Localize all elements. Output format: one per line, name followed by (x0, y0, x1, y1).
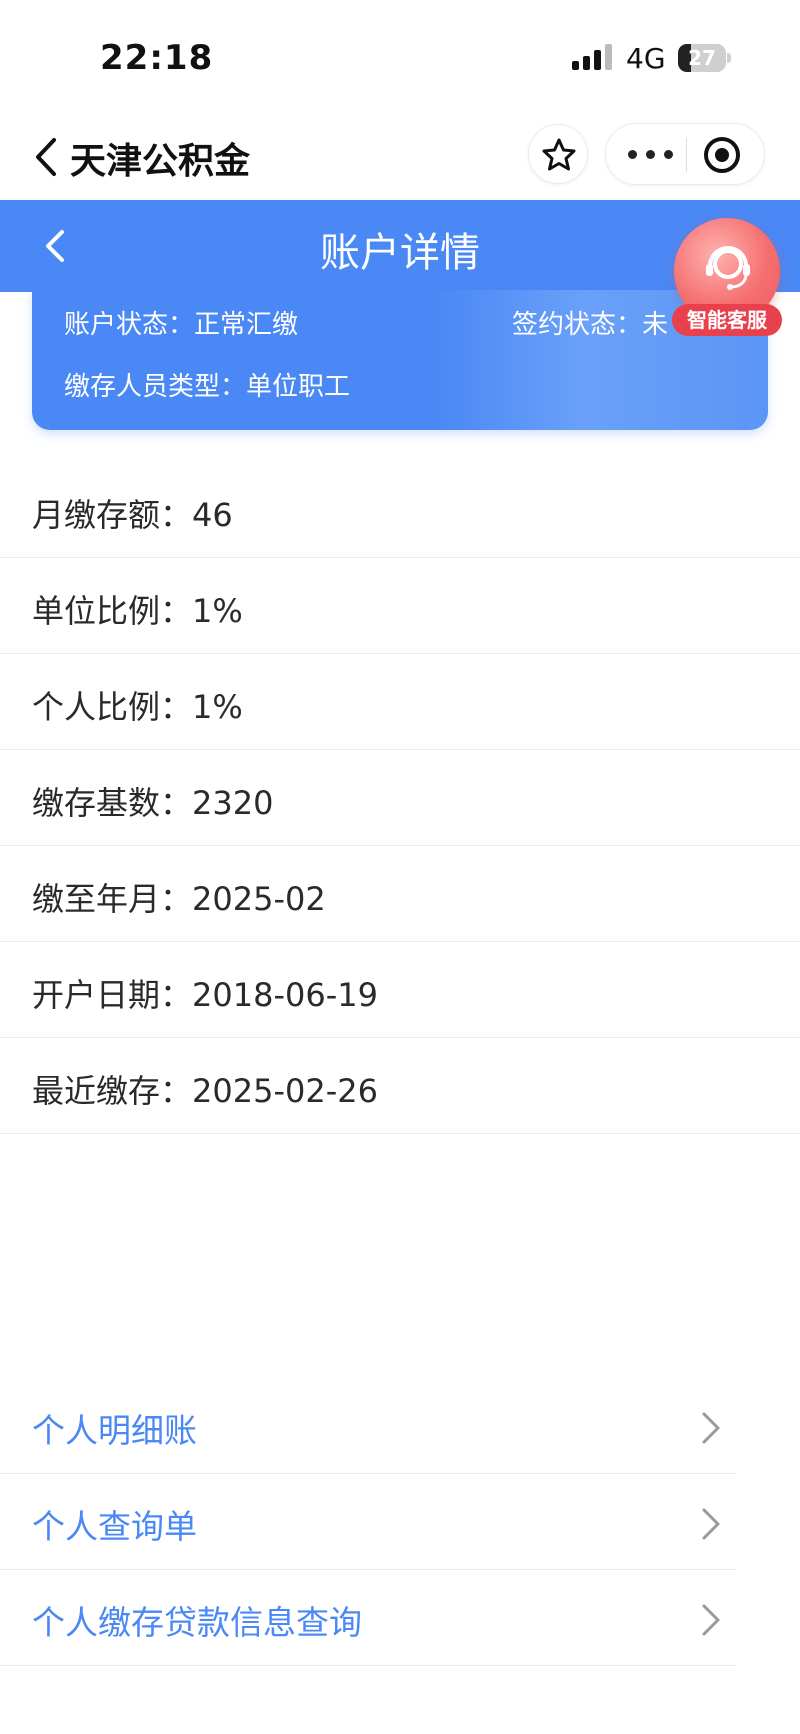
info-text: 开户日期：2018-06-19 (32, 976, 378, 1014)
account-card: 账户状态：正常汇缴 签约状态：未 缴存人员类型：单位职工 (32, 290, 768, 430)
link-label: 个人缴存贷款信息查询 (32, 1603, 362, 1642)
mini-program-nav: 天津公积金 (0, 118, 800, 200)
battery-level: 27 (688, 46, 716, 70)
chevron-right-icon (702, 1508, 720, 1540)
account-info-list: 月缴存额：46 单位比例：1% 个人比例：1% 缴存基数：2320 缴至年月：2… (0, 462, 800, 1134)
link-label: 个人明细账 (32, 1411, 197, 1450)
link-deposit-loan-query[interactable]: 个人缴存贷款信息查询 (0, 1570, 736, 1666)
info-row-personal-ratio: 个人比例：1% (0, 654, 800, 750)
favorite-button[interactable] (528, 124, 588, 184)
info-row-deposit-base: 缴存基数：2320 (0, 750, 800, 846)
back-arrow-icon[interactable] (30, 134, 64, 180)
star-icon (542, 138, 576, 171)
link-label: 个人查询单 (32, 1507, 197, 1546)
info-row-monthly-deposit: 月缴存额：46 (0, 462, 800, 558)
info-text: 单位比例：1% (32, 592, 243, 630)
info-text: 个人比例：1% (32, 688, 243, 726)
link-personal-query-sheet[interactable]: 个人查询单 (0, 1474, 736, 1570)
info-row-company-ratio: 单位比例：1% (0, 558, 800, 654)
info-row-open-date: 开户日期：2018-06-19 (0, 942, 800, 1038)
smart-service-button[interactable]: 智能客服 (672, 218, 784, 338)
status-bar: 22:18 4G 27 (0, 0, 800, 118)
capsule-menu (605, 123, 765, 185)
info-row-paid-until: 缴至年月：2025-02 (0, 846, 800, 942)
more-icon[interactable] (628, 150, 674, 160)
close-mini-program-icon[interactable] (704, 137, 740, 173)
info-text: 最近缴存：2025-02-26 (32, 1072, 378, 1110)
info-text: 缴存基数：2320 (32, 784, 274, 822)
mini-program-title: 天津公积金 (70, 141, 251, 182)
network-type: 4G (626, 42, 666, 75)
battery-icon: 27 (678, 44, 731, 72)
link-list: 个人明细账 个人查询单 个人缴存贷款信息查询 (0, 1378, 736, 1666)
status-time: 22:18 (100, 38, 214, 78)
info-text: 月缴存额：46 (32, 496, 233, 534)
chevron-right-icon (702, 1412, 720, 1444)
service-label: 智能客服 (672, 304, 782, 336)
headset-agent-icon (706, 246, 750, 290)
capsule-divider (686, 138, 687, 172)
cellular-signal-icon (572, 44, 612, 70)
chevron-right-icon (702, 1604, 720, 1636)
page: 22:18 4G 27 天津公积金 账户详情 账户状态：正常汇缴 签约状态：未 … (0, 0, 800, 1734)
account-status: 账户状态：正常汇缴 (64, 310, 299, 340)
info-text: 缴至年月：2025-02 (32, 880, 326, 918)
member-type: 缴存人员类型：单位职工 (64, 372, 351, 402)
link-personal-ledger[interactable]: 个人明细账 (0, 1378, 736, 1474)
info-row-last-deposit: 最近缴存：2025-02-26 (0, 1038, 800, 1134)
